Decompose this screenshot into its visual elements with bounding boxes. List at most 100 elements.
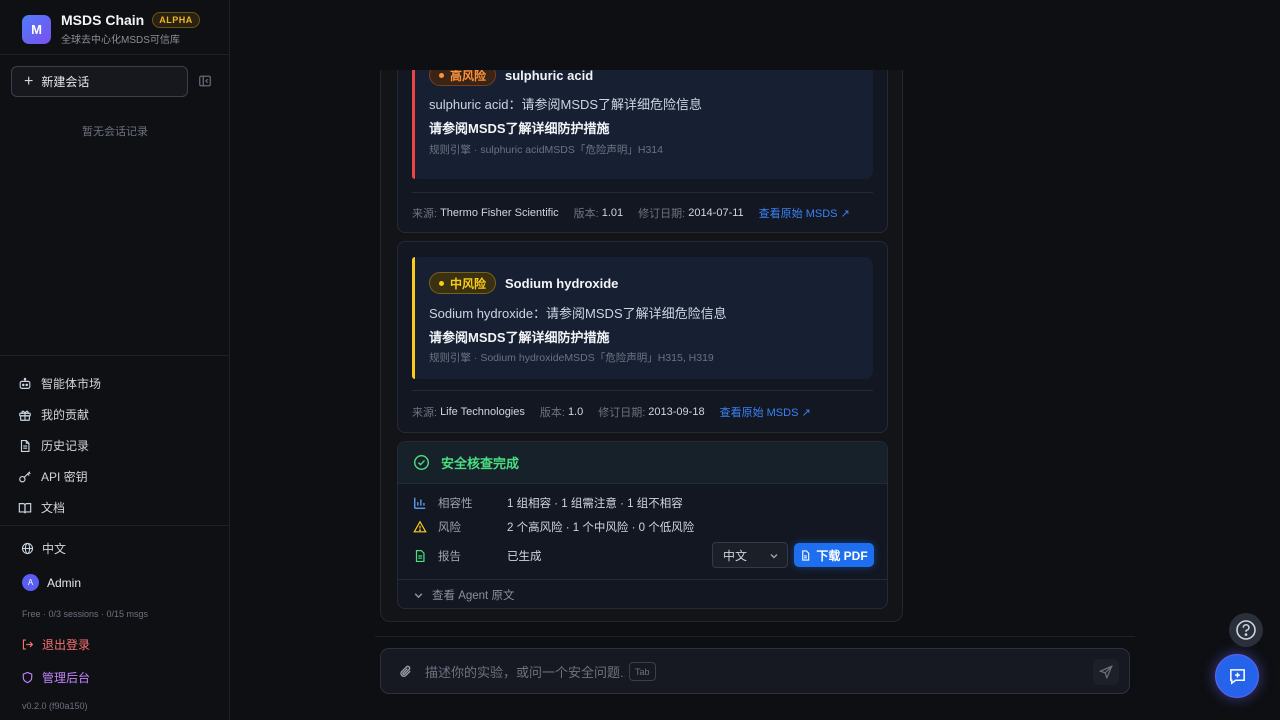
sidebar: M MSDS Chain ALPHA 全球去中心化MSDS可信库 + 新建会话 … xyxy=(0,0,230,720)
check-circle-icon xyxy=(413,454,430,471)
nav-label: 我的贡献 xyxy=(41,408,90,422)
usage-quota: Free · 0/3 sessions · 0/15 msgs xyxy=(22,609,149,619)
shield-icon xyxy=(22,671,33,684)
summary-value: 已生成 xyxy=(507,551,542,563)
report-icon xyxy=(415,549,425,563)
protective-measure: 请参阅MSDS了解详细防护措施 xyxy=(429,330,610,345)
message-composer: Tab xyxy=(380,648,1130,694)
send-button[interactable] xyxy=(1093,659,1119,685)
download-pdf-button[interactable]: 下载 PDF xyxy=(794,543,874,567)
version-value: 1.01 xyxy=(601,207,624,219)
revised-label: 修订日期: xyxy=(598,407,646,419)
brand[interactable]: M MSDS Chain ALPHA 全球去中心化MSDS可信库 xyxy=(22,12,200,46)
language-switcher[interactable]: 中文 xyxy=(21,540,66,557)
help-button[interactable] xyxy=(1229,613,1263,647)
source-value: Life Technologies xyxy=(440,406,525,418)
plus-icon: + xyxy=(24,72,34,90)
avatar: A xyxy=(22,574,39,591)
app-title: MSDS Chain xyxy=(61,12,145,28)
nav-history[interactable]: 历史记录 xyxy=(18,430,101,461)
alpha-badge: ALPHA xyxy=(152,12,200,28)
paperclip-icon[interactable] xyxy=(398,664,413,679)
summary-title: 安全核查完成 xyxy=(441,456,520,471)
risk-bar xyxy=(412,257,415,379)
nav-label: API 密钥 xyxy=(41,470,88,484)
source-label: 来源: xyxy=(412,407,438,419)
file-icon xyxy=(802,549,810,561)
summary-row-risk: 风险 2 个高风险 · 1 个中风险 · 0 个低风险 xyxy=(413,519,694,535)
assistant-message: 高风险 sulphuric acid sulphuric acid：请参阅MSD… xyxy=(380,0,903,622)
sidebar-divider xyxy=(0,525,230,526)
download-pdf-label: 下载 PDF xyxy=(816,548,868,563)
rule-source: 规则引擎 · Sodium hydroxideMSDS「危险声明」H315, H… xyxy=(429,352,714,364)
new-chat-label: 新建会话 xyxy=(41,75,90,89)
risk-badge: 中风险 xyxy=(429,272,497,294)
view-msds-link[interactable]: 查看原始 MSDS ↗ xyxy=(720,404,811,420)
summary-label: 报告 xyxy=(438,551,461,563)
msds-meta: 来源: Life Technologies 版本: 1.0 修订日期: 2013-09… xyxy=(412,404,811,420)
version-label: 版本: xyxy=(539,407,565,419)
msds-meta: 来源: Thermo Fisher Scientific 版本: 1.01 修订日期… xyxy=(412,205,850,221)
hazard-item-medium: 中风险 Sodium hydroxide Sodium hydroxide：请参… xyxy=(412,257,873,379)
nav-label: 智能体市场 xyxy=(41,377,102,391)
question-circle-icon xyxy=(1236,620,1256,640)
admin-label: 管理后台 xyxy=(42,671,91,685)
app-logo: M xyxy=(22,14,51,44)
message-input[interactable] xyxy=(425,661,625,683)
raw-toggle-label: 查看 Agent 原文 xyxy=(432,590,515,602)
chat-add-icon xyxy=(1229,668,1245,685)
revised-label: 修订日期: xyxy=(638,208,686,220)
sidebar-collapse-icon[interactable] xyxy=(198,74,212,88)
document-icon xyxy=(20,439,30,452)
user-menu[interactable]: A Admin xyxy=(22,574,81,591)
logout-label: 退出登录 xyxy=(42,638,91,652)
book-icon xyxy=(18,502,32,513)
version-value: 1.0 xyxy=(567,406,584,418)
admin-console-link[interactable]: 管理后台 xyxy=(21,669,90,686)
open-chat-button[interactable] xyxy=(1215,654,1259,698)
summary-value: 2 个高风险 · 1 个中风险 · 0 个低风险 xyxy=(507,522,695,534)
sidebar-nav: 智能体市场 我的贡献 历史记录 API 密钥 文档 xyxy=(18,368,101,523)
warning-icon xyxy=(413,520,427,533)
header-divider xyxy=(0,54,230,55)
brand-text: MSDS Chain ALPHA 全球去中心化MSDS可信库 xyxy=(61,12,200,46)
main-content: 高风险 sulphuric acid sulphuric acid：请参阅MSD… xyxy=(230,0,1280,720)
summary-divider xyxy=(398,579,887,580)
language-label: 中文 xyxy=(42,542,67,556)
card-divider xyxy=(412,390,873,391)
risk-label: 中风险 xyxy=(450,276,487,291)
composer-divider xyxy=(375,636,1135,637)
chevron-down-icon xyxy=(414,592,423,598)
app-root: M MSDS Chain ALPHA 全球去中心化MSDS可信库 + 新建会话 … xyxy=(0,0,1280,720)
chevron-down-icon xyxy=(770,554,778,559)
key-icon xyxy=(19,470,31,482)
protective-measure: 请参阅MSDS了解详细防护措施 xyxy=(429,121,610,136)
report-language-select[interactable]: 中文 xyxy=(712,542,788,568)
nav-my-contributions[interactable]: 我的贡献 xyxy=(18,399,101,430)
rule-source: 规则引擎 · sulphuric acidMSDS「危险声明」H314 xyxy=(429,144,663,156)
new-chat-button[interactable]: + 新建会话 xyxy=(11,66,188,97)
hazard-description: sulphuric acid：请参阅MSDS了解详细危险信息 xyxy=(429,97,703,112)
view-msds-link[interactable]: 查看原始 MSDS ↗ xyxy=(759,205,850,221)
nav-api-keys[interactable]: API 密钥 xyxy=(18,461,101,492)
safety-check-summary: 安全核查完成 相容性 1 组相容 · 1 组需注意 · 1 组不相容 风险 2 … xyxy=(397,441,888,609)
tab-shortcut-hint: Tab xyxy=(629,662,656,681)
hazard-header: 中风险 Sodium hydroxide xyxy=(429,272,618,294)
summary-header: 安全核查完成 xyxy=(398,442,887,484)
user-name: Admin xyxy=(47,575,82,590)
summary-value: 1 组相容 · 1 组需注意 · 1 组不相容 xyxy=(507,498,683,510)
logout-button[interactable]: 退出登录 xyxy=(21,636,90,653)
nav-docs[interactable]: 文档 xyxy=(18,492,101,523)
nav-agent-market[interactable]: 智能体市场 xyxy=(18,368,101,399)
chemical-name: Sodium hydroxide xyxy=(505,275,619,291)
revised-value: 2013-09-18 xyxy=(648,406,705,418)
summary-label: 风险 xyxy=(438,522,461,534)
nav-label: 历史记录 xyxy=(41,439,90,453)
empty-sessions-hint: 暂无会话记录 xyxy=(82,126,148,138)
risk-dot xyxy=(439,72,444,78)
summary-row-report: 报告 已生成 xyxy=(413,548,542,564)
view-agent-raw-toggle[interactable]: 查看 Agent 原文 xyxy=(413,587,514,603)
app-subtitle: 全球去中心化MSDS可信库 xyxy=(61,35,180,46)
card-divider xyxy=(412,192,873,193)
robot-icon xyxy=(19,377,31,389)
